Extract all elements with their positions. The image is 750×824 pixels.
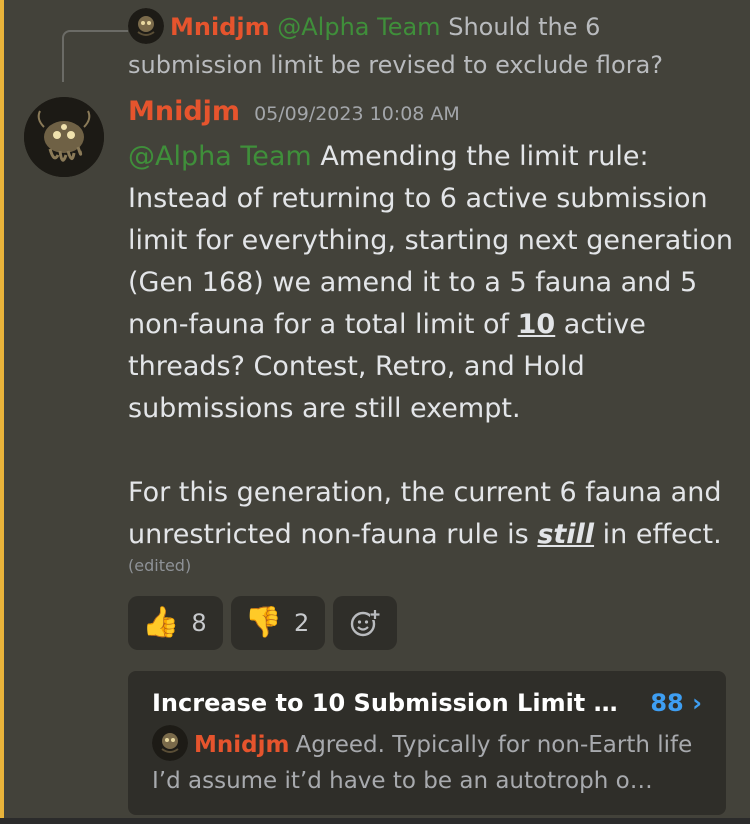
add-reaction-icon (351, 609, 382, 637)
message-timestamp[interactable]: 05/09/2023 10:08 AM (254, 103, 460, 125)
add-reaction-button[interactable] (333, 596, 398, 650)
message-text-part4: in effect. (594, 519, 722, 550)
edited-label: (edited) (128, 556, 192, 575)
reply-connector (62, 30, 128, 82)
message-mention[interactable]: @Alpha Team (128, 141, 312, 172)
message-content: @Alpha Team Amending the limit rule: Ins… (128, 136, 738, 556)
reply-avatar[interactable] (128, 8, 164, 44)
thumbs-down-icon: 👎 (244, 605, 282, 640)
reaction-thumbs-up[interactable]: 👍 8 (128, 596, 223, 650)
avatar[interactable] (24, 97, 104, 177)
message-bold-number: 10 (517, 309, 556, 340)
bottom-divider (0, 818, 750, 824)
reply-author[interactable]: Mnidjm (170, 13, 270, 41)
reaction-count: 2 (294, 609, 310, 637)
reaction-count: 8 (191, 609, 207, 637)
reply-preview[interactable]: Mnidjm @Alpha Team Should the 6 submissi… (128, 8, 728, 84)
message-author[interactable]: Mnidjm (128, 96, 240, 127)
thread-message-count[interactable]: 88 › (650, 689, 702, 717)
thread-author-avatar (152, 725, 188, 761)
reply-mention[interactable]: @Alpha Team (277, 13, 440, 41)
message-header: Mnidjm 05/09/2023 10:08 AM (128, 96, 460, 136)
thread-last-author: Mnidjm (194, 732, 290, 758)
thread-card[interactable]: Increase to 10 Submission Limit Next … 8… (128, 671, 726, 815)
thumbs-up-icon: 👍 (142, 605, 180, 640)
thread-title[interactable]: Increase to 10 Submission Limit Next … (152, 689, 632, 717)
reactions-bar: 👍 8 👎 2 (128, 596, 398, 650)
reaction-thumbs-down[interactable]: 👎 2 (230, 596, 326, 650)
thread-last-message[interactable]: Mnidjm Agreed. Typically for non-Earth li… (152, 725, 702, 799)
message-emphasis: still (537, 519, 595, 550)
